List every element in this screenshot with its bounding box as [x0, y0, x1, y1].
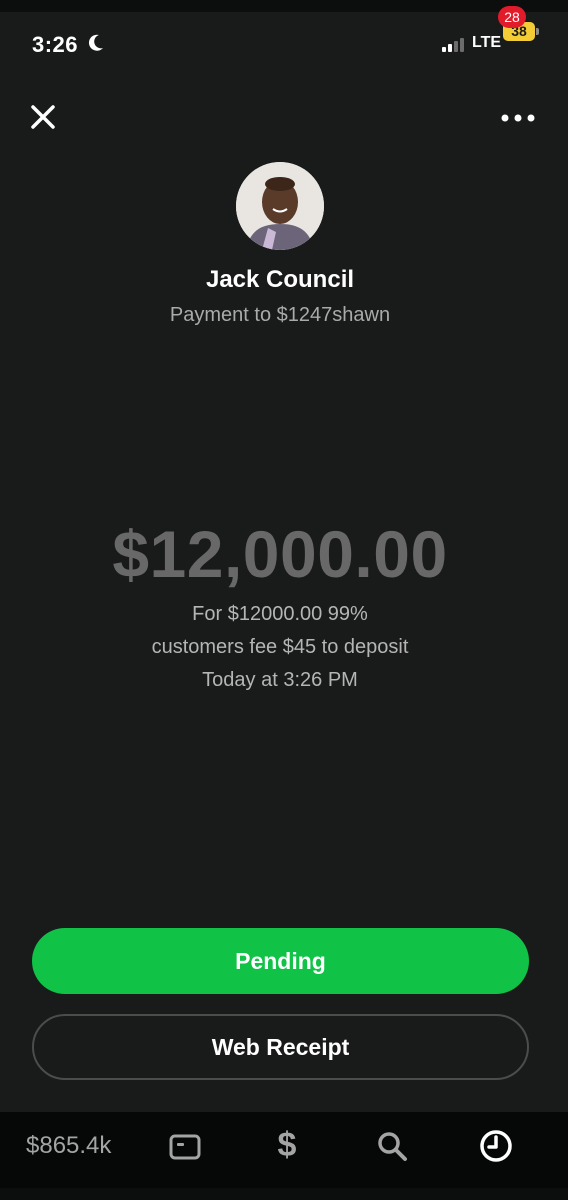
pending-status-button[interactable]: Pending: [32, 928, 529, 994]
search-icon: [378, 1132, 407, 1161]
avatar-photo: [236, 162, 324, 250]
tab-pay[interactable]: $: [272, 1126, 302, 1168]
payment-detail-screen: 3:26 LTE 38 Jack Council Payment to $124…: [0, 0, 568, 1200]
close-icon: [31, 105, 55, 129]
status-time: 3:26: [32, 32, 79, 57]
more-icon: [501, 114, 535, 122]
bottom-tab-bar: $865.4k $: [0, 1112, 568, 1188]
activity-badge: 28: [498, 6, 526, 28]
tab-card[interactable]: [168, 1130, 202, 1164]
payment-note-line-1: For $12000.00 99%: [192, 603, 368, 625]
signal-icon: [442, 38, 464, 52]
payment-timestamp: Today at 3:26 PM: [202, 669, 358, 691]
dollar-icon: $: [277, 1126, 297, 1164]
screen-frame-top: [0, 0, 568, 12]
close-button[interactable]: [26, 100, 60, 134]
payment-to-label: Payment to $1247shawn: [169, 304, 391, 326]
payment-amount: $12,000.00: [112, 517, 448, 591]
tab-search[interactable]: [374, 1128, 410, 1164]
tab-activity[interactable]: [476, 1126, 516, 1166]
card-icon: [169, 1134, 201, 1160]
web-receipt-button[interactable]: Web Receipt: [32, 1014, 529, 1080]
screen-frame-bottom: [0, 1188, 568, 1200]
payment-note-line-2: customers fee $45 to deposit: [151, 636, 409, 658]
battery-cap: [536, 28, 539, 35]
recipient-avatar: [236, 162, 324, 250]
network-label: LTE: [472, 34, 502, 51]
activity-icon: [480, 1130, 512, 1162]
moon-icon: [88, 34, 103, 51]
more-options-button[interactable]: [496, 104, 540, 132]
status-bar: 3:26 LTE: [0, 12, 568, 70]
recipient-name: Jack Council: [205, 266, 355, 293]
tab-balance[interactable]: $865.4k: [26, 1132, 111, 1160]
